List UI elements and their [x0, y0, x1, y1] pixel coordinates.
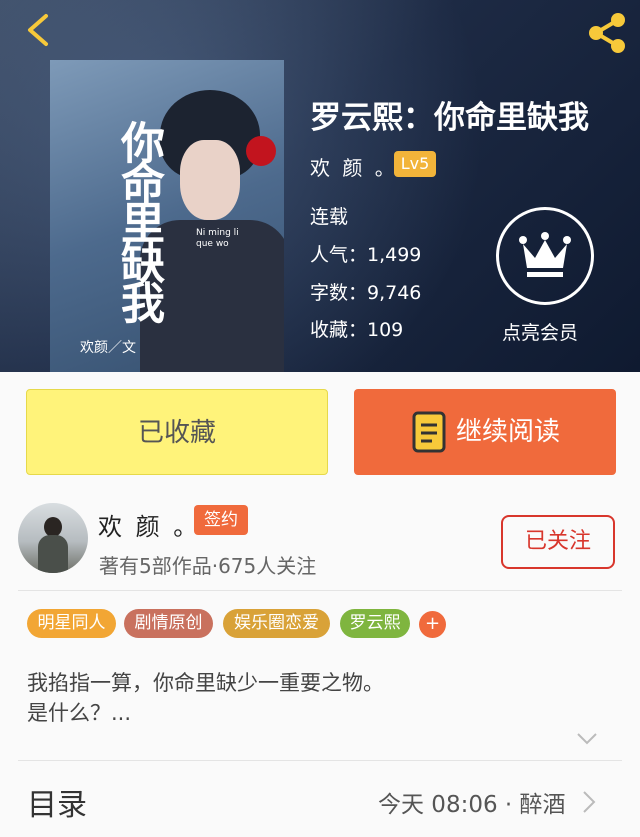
chevron-right-icon[interactable]	[582, 790, 596, 814]
share-icon[interactable]	[584, 10, 630, 56]
crown-icon	[519, 232, 571, 277]
avatar-head	[44, 517, 62, 537]
cover-rose	[246, 136, 276, 166]
divider	[18, 590, 622, 591]
tag-item[interactable]: 明星同人	[27, 609, 116, 638]
header-author-name[interactable]: 欢 颜 。	[310, 152, 398, 181]
popularity-stat: 人气：1,499	[310, 244, 422, 266]
book-description[interactable]: 我掐指一算，你命里缺少一重要之物。 是什么？...	[27, 668, 587, 728]
cover-title: 你命里缺我	[113, 120, 164, 320]
description-line: 我掐指一算，你命里缺少一重要之物。	[27, 671, 384, 695]
word-count-stat: 字数：9,746	[310, 282, 422, 304]
vip-button[interactable]	[496, 207, 594, 305]
status-text: 连载	[310, 206, 349, 228]
vip-label[interactable]: 点亮会员	[502, 318, 578, 345]
author-name[interactable]: 欢 颜 。	[98, 507, 200, 542]
tag-item[interactable]: 剧情原创	[124, 609, 213, 638]
add-tag-button[interactable]: +	[419, 611, 446, 638]
chevron-down-icon[interactable]	[576, 732, 598, 746]
toc-label[interactable]: 目录	[27, 780, 87, 824]
back-arrow-icon[interactable]	[20, 12, 56, 48]
favorited-button[interactable]: 已收藏	[26, 389, 328, 475]
cover-figure-face	[180, 140, 240, 220]
level-badge: Lv5	[394, 151, 436, 177]
latest-chapter[interactable]: 今天 08:06 · 醉酒	[378, 785, 566, 819]
book-cover[interactable]: 你命里缺我 Ni ming li que wo 欢颜／文	[50, 60, 284, 372]
author-avatar[interactable]	[18, 503, 88, 573]
tag-item[interactable]: 娱乐圈恋爱	[223, 609, 330, 638]
favorites-stat: 收藏：109	[310, 319, 404, 341]
continue-reading-button[interactable]: 继续阅读	[354, 389, 616, 475]
book-header: 你命里缺我 Ni ming li que wo 欢颜／文 罗云熙：你命里缺我 欢…	[0, 0, 640, 372]
tag-item[interactable]: 罗云熙	[340, 609, 410, 638]
signed-badge: 签约	[194, 505, 248, 535]
author-works-info: 著有5部作品·675人关注	[99, 554, 317, 578]
book-icon	[412, 411, 446, 453]
book-title: 罗云熙：你命里缺我	[310, 100, 589, 136]
description-line: 是什么？...	[27, 701, 132, 725]
cover-pinyin: Ni ming li que wo	[196, 228, 239, 249]
followed-button[interactable]: 已关注	[501, 515, 615, 569]
cover-author: 欢颜／文	[80, 340, 136, 356]
continue-reading-label: 继续阅读	[456, 417, 561, 447]
divider	[18, 760, 622, 761]
avatar-torso	[38, 535, 68, 573]
